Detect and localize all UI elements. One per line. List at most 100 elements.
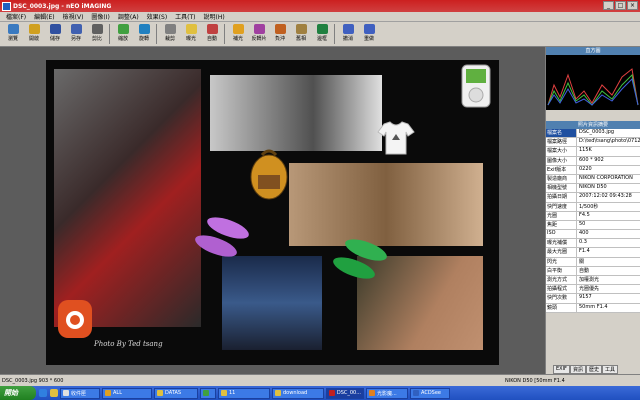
info-row[interactable]: 相機型號 NIKON D50 xyxy=(546,184,640,194)
toolbar-button[interactable]: 舊相 xyxy=(291,24,311,46)
menu-effects[interactable]: 效果(S) xyxy=(143,12,172,21)
toolbar-button[interactable]: 反轉片 xyxy=(249,24,269,46)
info-key: 製造廠商 xyxy=(546,174,576,184)
toolbar-icon xyxy=(7,24,19,34)
toolbar-icon xyxy=(232,24,244,34)
info-key: 快門速度 xyxy=(546,202,576,211)
toolbar-button[interactable]: 剪比 xyxy=(87,24,107,46)
info-row[interactable]: 檔案名 DSC_0003.jpg xyxy=(546,129,640,139)
toolbar-button[interactable]: 旋轉 xyxy=(134,24,154,46)
info-key: 閃光 xyxy=(546,257,576,266)
toolbar-icon xyxy=(363,24,375,34)
histogram-title: 直方圖 xyxy=(546,47,640,55)
tab-exif[interactable]: EXIF xyxy=(553,365,570,374)
menu-edit[interactable]: 編輯(E) xyxy=(30,12,58,21)
toolbar-icon xyxy=(295,24,307,34)
menu-image[interactable]: 圖像(I) xyxy=(87,12,113,21)
info-row[interactable]: 圖像大小 600 * 902 xyxy=(546,156,640,166)
image-canvas[interactable]: Photo By Ted tsang xyxy=(46,60,499,365)
close-button[interactable]: × xyxy=(627,1,638,10)
toolbar-button[interactable]: 撤消 xyxy=(338,24,358,46)
info-value: 加權測光 xyxy=(576,276,640,285)
right-panel: 直方圖 照片資訊摘要 檔案名 DSC_0003.jpg 檔案路徑 D:\ted\tsa… xyxy=(545,47,640,374)
info-row[interactable]: 曝光補償 0.3 xyxy=(546,239,640,249)
info-row[interactable]: Exif版本 0220 xyxy=(546,165,640,175)
task-icon xyxy=(329,390,335,396)
taskbar-task[interactable]: ACDSee xyxy=(410,387,450,399)
taskbar-task[interactable]: download xyxy=(272,387,324,399)
toolbar-icon xyxy=(206,24,218,34)
taskbar-task[interactable]: DSC_00... xyxy=(326,387,364,399)
toolbar-icon xyxy=(342,24,354,34)
tab-tools[interactable]: 工具 xyxy=(601,365,618,374)
tab-history[interactable]: 歷史 xyxy=(585,365,602,374)
toolbar-label: 裁剪 xyxy=(164,36,175,42)
toolbar-separator xyxy=(334,24,335,44)
toolbar-button[interactable]: 負沖 xyxy=(270,24,290,46)
info-row[interactable]: 檔案路徑D:\ted\tsang\photo\071202 xyxy=(546,138,640,148)
toolbar-button[interactable]: 補光 xyxy=(228,24,248,46)
info-row[interactable]: 最大光圈 F1.4 xyxy=(546,248,640,258)
toolbar-button[interactable]: 邊框 xyxy=(312,24,332,46)
menu-help[interactable]: 說明(H) xyxy=(200,12,229,21)
menu-file[interactable]: 檔案(F) xyxy=(2,12,30,21)
ie-icon[interactable] xyxy=(39,389,47,397)
taskbar-task[interactable]: DATAS xyxy=(154,387,198,399)
toolbar-label: 負沖 xyxy=(274,36,285,42)
info-value: 9157 xyxy=(576,294,640,303)
toolbar-button[interactable]: 裁剪 xyxy=(160,24,180,46)
histogram xyxy=(546,55,640,110)
toolbar-label: 反轉片 xyxy=(251,36,267,42)
info-row[interactable]: 焦距 50 xyxy=(546,220,640,231)
info-row[interactable]: 快門次數 9157 xyxy=(546,294,640,304)
toolbar-label: 舊相 xyxy=(295,36,306,42)
info-key: 快門次數 xyxy=(546,294,576,303)
photo-portrait-blue xyxy=(222,256,322,350)
info-row[interactable]: 檔案大小 115K xyxy=(546,147,640,157)
task-label: download xyxy=(283,390,308,396)
info-row[interactable]: 拍攝程式 光圈優先 xyxy=(546,285,640,295)
menu-adjust[interactable]: 調整(A) xyxy=(114,12,143,21)
toolbar-separator xyxy=(109,24,110,44)
toolbar-button[interactable]: 曝光 xyxy=(181,24,201,46)
task-label: ALL xyxy=(113,390,122,396)
toolbar-label: 儲存 xyxy=(49,36,60,42)
toolbar-button[interactable]: 另存 xyxy=(66,24,86,46)
taskbar-task[interactable]: 光影魔... xyxy=(366,387,408,399)
info-key: 檔案大小 xyxy=(546,147,576,156)
toolbar-icon xyxy=(28,24,40,34)
task-icon xyxy=(369,390,375,396)
info-row[interactable]: 拍攝日期 2007:12:02 09:43:28 xyxy=(546,193,640,203)
taskbar-task[interactable] xyxy=(200,387,216,399)
minimize-button[interactable]: _ xyxy=(603,1,614,10)
info-value: 0.3 xyxy=(576,239,640,248)
purple-sandals-icon xyxy=(195,217,249,257)
info-row[interactable]: 製造廠商 NIKON CORPORATION xyxy=(546,174,640,185)
info-row[interactable]: 光圈 F4.5 xyxy=(546,211,640,221)
info-row[interactable]: 快門速度 1/500秒 xyxy=(546,202,640,212)
toolbar-button[interactable]: 瀏覽 xyxy=(3,24,23,46)
menu-view[interactable]: 檢視(V) xyxy=(59,12,88,21)
toolbar-button[interactable]: 自動 xyxy=(202,24,222,46)
task-icon xyxy=(63,390,69,396)
taskbar-task[interactable]: 11 xyxy=(218,387,270,399)
info-row[interactable]: ISO 400 xyxy=(546,230,640,240)
info-row[interactable]: 測光方式 加權測光 xyxy=(546,276,640,286)
window-title: DSC_0003.jpg - nEO iMAGING xyxy=(13,2,112,10)
toolbar-button[interactable]: 儲存 xyxy=(45,24,65,46)
toolbar-button[interactable]: 縮放 xyxy=(113,24,133,46)
menu-tools[interactable]: 工具(T) xyxy=(171,12,199,21)
info-row[interactable]: 閃光關 xyxy=(546,257,640,267)
info-row[interactable]: 白平衡 自動 xyxy=(546,266,640,276)
info-key: 相機型號 xyxy=(546,184,576,193)
maximize-button[interactable]: □ xyxy=(615,1,626,10)
taskbar-task[interactable]: ALL xyxy=(102,387,152,399)
folder-icon[interactable] xyxy=(50,389,58,397)
taskbar-task[interactable]: 收件匣 xyxy=(60,387,100,399)
toolbar-button[interactable]: 開啟 xyxy=(24,24,44,46)
info-row[interactable]: 鏡頭 50mm F1.4 xyxy=(546,303,640,313)
start-button[interactable]: 開始 xyxy=(0,386,36,400)
tab-info[interactable]: 資訊 xyxy=(569,365,586,374)
info-value: 自動 xyxy=(576,266,640,275)
toolbar-button[interactable]: 重做 xyxy=(359,24,379,46)
